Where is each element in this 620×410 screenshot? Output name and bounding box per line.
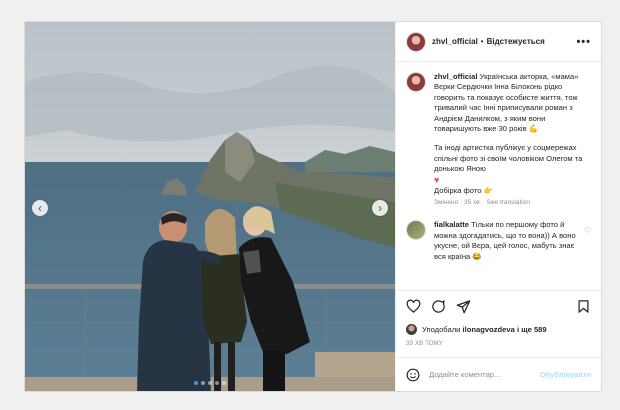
publish-button[interactable]: Опублікувати bbox=[540, 370, 591, 379]
share-icon[interactable] bbox=[456, 299, 471, 314]
caption-paragraph-1: Українська акторка, «мама» Вєрки Сердючк… bbox=[434, 72, 579, 134]
avatar[interactable] bbox=[406, 31, 426, 52]
laughing-emoji-icon: 😂 bbox=[472, 251, 482, 261]
comment-icon[interactable] bbox=[431, 299, 446, 314]
comments-section: zhvl_official Українська акторка, «мама»… bbox=[396, 62, 601, 290]
post-panel: zhvl_official • Відстежується ••• zhvl_o… bbox=[395, 22, 601, 391]
add-comment-bar: Опублікувати bbox=[396, 357, 601, 391]
carousel-dot bbox=[194, 381, 198, 385]
flexed-biceps-icon: 💪 bbox=[528, 124, 539, 134]
carousel-dot bbox=[201, 381, 205, 385]
username-link[interactable]: zhvl_official bbox=[432, 37, 478, 46]
liker-username[interactable]: ilonagvozdeva bbox=[463, 325, 515, 334]
edited-time: Змінено · 35 хв bbox=[434, 199, 480, 207]
carousel-dot bbox=[208, 381, 212, 385]
caption: zhvl_official Українська акторка, «мама»… bbox=[406, 72, 591, 206]
caption-meta: Змінено · 35 хв See translation bbox=[434, 199, 591, 206]
more-options-button[interactable]: ••• bbox=[576, 36, 591, 48]
carousel-prev-button[interactable]: ‹ bbox=[32, 200, 48, 216]
carousel-dot bbox=[222, 381, 226, 385]
comment-username[interactable]: fialkalatte bbox=[434, 220, 469, 229]
likes-mid: і ще bbox=[516, 325, 532, 334]
post-header: zhvl_official • Відстежується ••• bbox=[396, 22, 601, 62]
post-time: 39 ХВ ТОМУ bbox=[406, 341, 443, 347]
liker-avatar bbox=[406, 324, 417, 335]
comment-text: fialkalatte Тільки по першому фото й мож… bbox=[434, 220, 591, 262]
comment-avatar[interactable] bbox=[406, 220, 426, 241]
likes-row: Уподобали ilonagvozdeva і ще 589 bbox=[406, 324, 591, 335]
likes-prefix: Уподобали bbox=[422, 325, 461, 334]
action-icons bbox=[406, 297, 591, 315]
caption-paragraph-3: Добірка фото bbox=[434, 186, 482, 196]
caption-avatar[interactable] bbox=[406, 72, 426, 92]
carousel-indicator bbox=[25, 381, 395, 385]
instagram-post: ‹ › zhvl_official • Відстежується ••• zh… bbox=[24, 21, 602, 392]
post-actions: Уподобали ilonagvozdeva і ще 589 39 ХВ Т… bbox=[396, 290, 601, 347]
comment-item: fialkalatte Тільки по першому фото й мож… bbox=[406, 220, 591, 262]
separator: • bbox=[480, 37, 484, 46]
post-photo[interactable]: ‹ › bbox=[25, 22, 395, 391]
following-button[interactable]: Відстежується bbox=[487, 37, 545, 46]
caption-paragraph-2: Та іноді артистка публікує у соцмережах … bbox=[434, 143, 583, 174]
likes-count[interactable]: 589 bbox=[534, 325, 547, 334]
caption-text: zhvl_official Українська акторка, «мама»… bbox=[434, 72, 591, 196]
add-comment-input[interactable] bbox=[429, 370, 531, 379]
caption-username[interactable]: zhvl_official bbox=[434, 72, 477, 81]
comment-like-icon[interactable]: ♡ bbox=[584, 226, 591, 235]
carousel-next-button[interactable]: › bbox=[372, 200, 388, 216]
heart-icon[interactable] bbox=[406, 299, 421, 314]
photo-scene bbox=[25, 22, 395, 391]
bookmark-icon[interactable] bbox=[576, 299, 591, 314]
pointing-right-icon: 👉 bbox=[483, 186, 494, 196]
see-translation-link[interactable]: See translation bbox=[487, 199, 530, 206]
carousel-dot bbox=[215, 381, 219, 385]
red-heart-icon: ♥ bbox=[434, 174, 440, 185]
emoji-icon[interactable] bbox=[406, 368, 420, 382]
